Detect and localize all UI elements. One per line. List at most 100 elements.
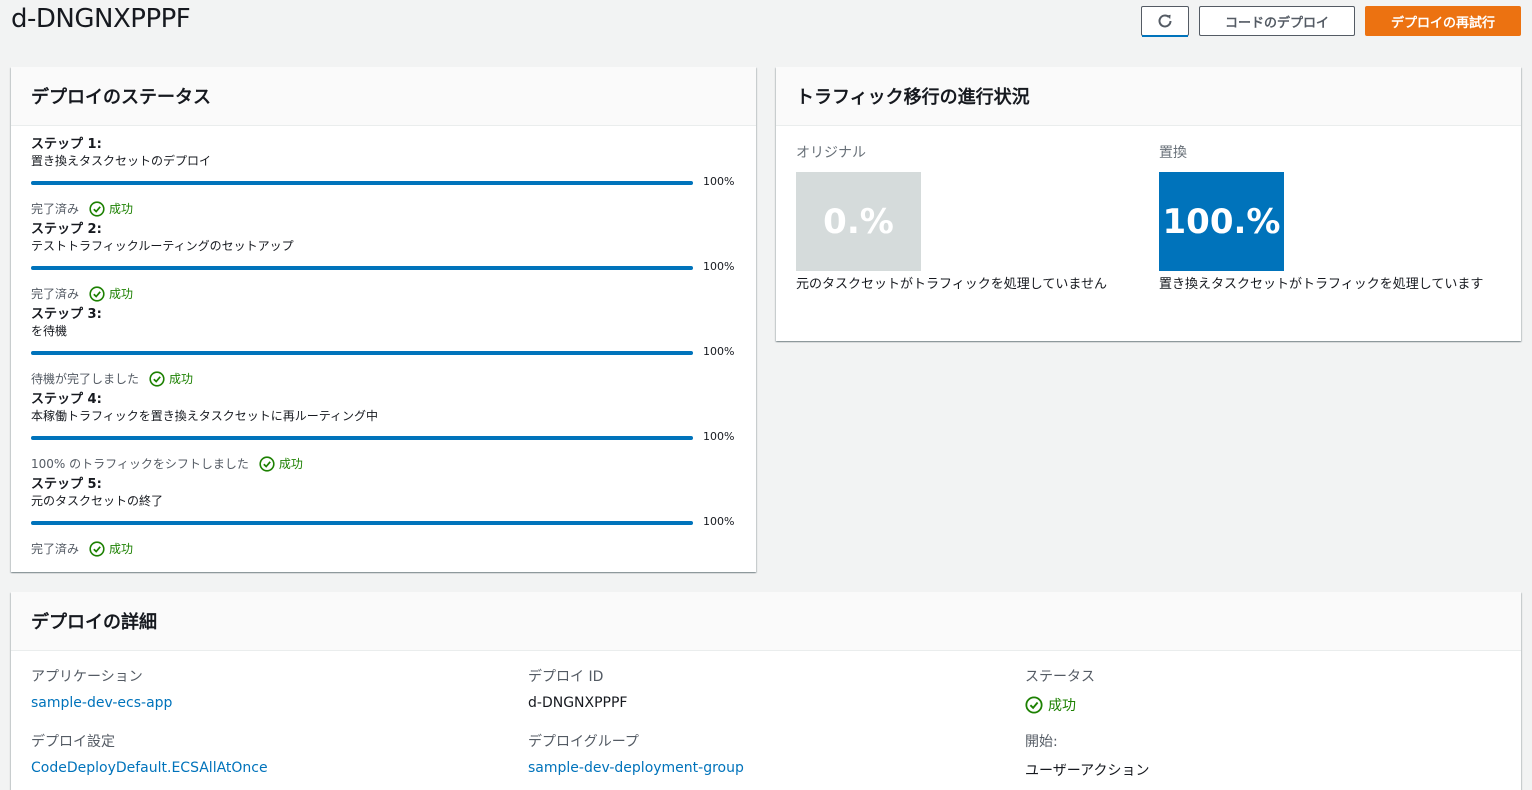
- step-title: ステップ 1:: [31, 137, 102, 152]
- start-value: ユーザーアクション: [1025, 763, 1150, 779]
- status-badge: 成功: [1025, 695, 1076, 715]
- check-circle-icon: [149, 370, 165, 387]
- check-circle-icon: [89, 285, 105, 302]
- refresh-icon: [1158, 14, 1172, 28]
- step-description: 元のタスクセットの終了: [31, 494, 164, 508]
- application-label: アプリケーション: [31, 669, 143, 685]
- step-result: 完了済み 成功: [31, 200, 133, 217]
- config-link[interactable]: CodeDeployDefault.ECSAllAtOnce: [31, 760, 268, 776]
- step-result: 待機が完了しました 成功: [31, 370, 193, 387]
- step-progress-bar: [31, 181, 693, 185]
- step-progress-percent: 100%: [703, 515, 735, 528]
- step-progress-percent: 100%: [703, 430, 735, 443]
- group-label: デプロイグループ: [528, 734, 639, 750]
- step-title: ステップ 2:: [31, 222, 102, 237]
- deploy-id-value: d-DNGNXPPPF: [528, 695, 628, 711]
- step-description: を待機: [31, 324, 68, 338]
- check-circle-icon: [89, 200, 105, 217]
- step-result-text: 完了済み: [31, 287, 80, 301]
- deployment-step: ステップ 2: テストトラフィックルーティングのセットアップ 100% 完了済み 成功: [31, 222, 736, 302]
- deployment-step: ステップ 3: を待機 100% 待機が完了しました 成功: [31, 307, 736, 387]
- original-percent: 0.%: [823, 201, 894, 242]
- step-status-badge: 成功: [149, 370, 193, 387]
- step-progress-percent: 100%: [703, 175, 735, 188]
- start-label: 開始:: [1025, 734, 1058, 750]
- step-title: ステップ 3:: [31, 307, 102, 322]
- step-status-badge: 成功: [89, 540, 133, 557]
- step-result: 100% のトラフィックをシフトしました 成功: [31, 455, 303, 472]
- status-value: 成功: [1025, 695, 1095, 718]
- deployment-status-panel: デプロイのステータス ステップ 1: 置き換えタスクセットのデプロイ 100% 完了済…: [11, 67, 756, 572]
- application-link[interactable]: sample-dev-ecs-app: [31, 695, 172, 711]
- step-progress-fill: [31, 266, 693, 270]
- original-traffic: オリジナル 0.% 元のタスクセットがトラフィックを処理していません: [796, 142, 1141, 294]
- step-result-text: 待機が完了しました: [31, 372, 140, 386]
- step-progress-fill: [31, 351, 693, 355]
- step-result: 完了済み 成功: [31, 285, 133, 302]
- deploy-id-label: デプロイ ID: [528, 669, 604, 685]
- step-title: ステップ 5:: [31, 477, 102, 492]
- step-status-text: 成功: [169, 372, 194, 386]
- step-progress-fill: [31, 181, 693, 185]
- refresh-button[interactable]: [1141, 6, 1189, 37]
- traffic-progress-title: トラフィック移行の進行状況: [796, 87, 1030, 108]
- deployment-status-header: デプロイのステータス: [11, 67, 756, 126]
- step-result-text: 完了済み: [31, 202, 80, 216]
- detail-deploy-id: デプロイ ID d-DNGNXPPPF: [528, 666, 627, 711]
- detail-application: アプリケーション sample-dev-ecs-app: [31, 666, 172, 711]
- step-progress-bar: [31, 521, 693, 525]
- step-progress-fill: [31, 436, 693, 440]
- detail-status: ステータス 成功: [1025, 666, 1095, 718]
- step-result-text: 完了済み: [31, 542, 80, 556]
- step-status-text: 成功: [278, 457, 303, 471]
- deployment-step: ステップ 5: 元のタスクセットの終了 100% 完了済み 成功: [31, 477, 736, 557]
- step-description: 置き換えタスクセットのデプロイ: [31, 154, 212, 168]
- step-progress-fill: [31, 521, 693, 525]
- group-link[interactable]: sample-dev-deployment-group: [528, 760, 744, 776]
- traffic-progress-panel: トラフィック移行の進行状況 オリジナル 0.% 元のタスクセットがトラフィックを…: [776, 67, 1521, 341]
- deployment-details-title: デプロイの詳細: [31, 612, 157, 633]
- step-description: テストトラフィックルーティングのセットアップ: [31, 239, 294, 253]
- step-progress-bar: [31, 436, 693, 440]
- check-circle-icon: [89, 540, 105, 557]
- detail-group: デプロイグループ sample-dev-deployment-group: [528, 731, 744, 776]
- step-progress-percent: 100%: [703, 345, 735, 358]
- step-result-text: 100% のトラフィックをシフトしました: [31, 457, 249, 471]
- status-text: 成功: [1048, 698, 1076, 714]
- step-progress-bar: [31, 266, 693, 270]
- deploy-code-button[interactable]: コードのデプロイ: [1199, 6, 1355, 36]
- original-percent-box: 0.%: [796, 172, 921, 271]
- original-label: オリジナル: [796, 145, 866, 161]
- check-circle-icon: [1025, 696, 1043, 714]
- status-label: ステータス: [1025, 669, 1095, 685]
- config-label: デプロイ設定: [31, 734, 115, 750]
- step-description: 本稼働トラフィックを置き換えタスクセットに再ルーティング中: [31, 409, 379, 423]
- deployment-step: ステップ 1: 置き換えタスクセットのデプロイ 100% 完了済み 成功: [31, 137, 736, 217]
- replacement-percent: 100.%: [1162, 201, 1281, 242]
- step-title: ステップ 4:: [31, 392, 102, 407]
- deployment-details-header: デプロイの詳細: [11, 592, 1521, 651]
- step-progress-bar: [31, 351, 693, 355]
- step-result: 完了済み 成功: [31, 540, 133, 557]
- deployment-step: ステップ 4: 本稼働トラフィックを置き換えタスクセットに再ルーティング中 100%…: [31, 392, 736, 472]
- page-title: d-DNGNXPPPF: [11, 4, 191, 34]
- detail-start: 開始: ユーザーアクション: [1025, 731, 1149, 780]
- check-circle-icon: [259, 455, 275, 472]
- step-status-text: 成功: [109, 542, 134, 556]
- replacement-percent-box: 100.%: [1159, 172, 1284, 271]
- step-status-badge: 成功: [89, 200, 133, 217]
- step-progress-percent: 100%: [703, 260, 735, 273]
- original-text: 元のタスクセットがトラフィックを処理していません: [796, 277, 1107, 292]
- traffic-progress-header: トラフィック移行の進行状況: [776, 67, 1521, 126]
- replacement-label: 置換: [1159, 145, 1187, 161]
- step-status-badge: 成功: [259, 455, 303, 472]
- replacement-traffic: 置換 100.% 置き換えタスクセットがトラフィックを処理しています: [1159, 142, 1504, 294]
- retry-deployment-button[interactable]: デプロイの再試行: [1365, 6, 1521, 36]
- step-status-text: 成功: [109, 287, 134, 301]
- step-status-text: 成功: [109, 202, 134, 216]
- deployment-details-panel: デプロイの詳細 アプリケーション sample-dev-ecs-app デプロイ…: [11, 592, 1521, 790]
- step-status-badge: 成功: [89, 285, 133, 302]
- deployment-status-title: デプロイのステータス: [31, 87, 211, 108]
- replacement-text: 置き換えタスクセットがトラフィックを処理しています: [1159, 277, 1484, 292]
- detail-config: デプロイ設定 CodeDeployDefault.ECSAllAtOnce: [31, 731, 268, 776]
